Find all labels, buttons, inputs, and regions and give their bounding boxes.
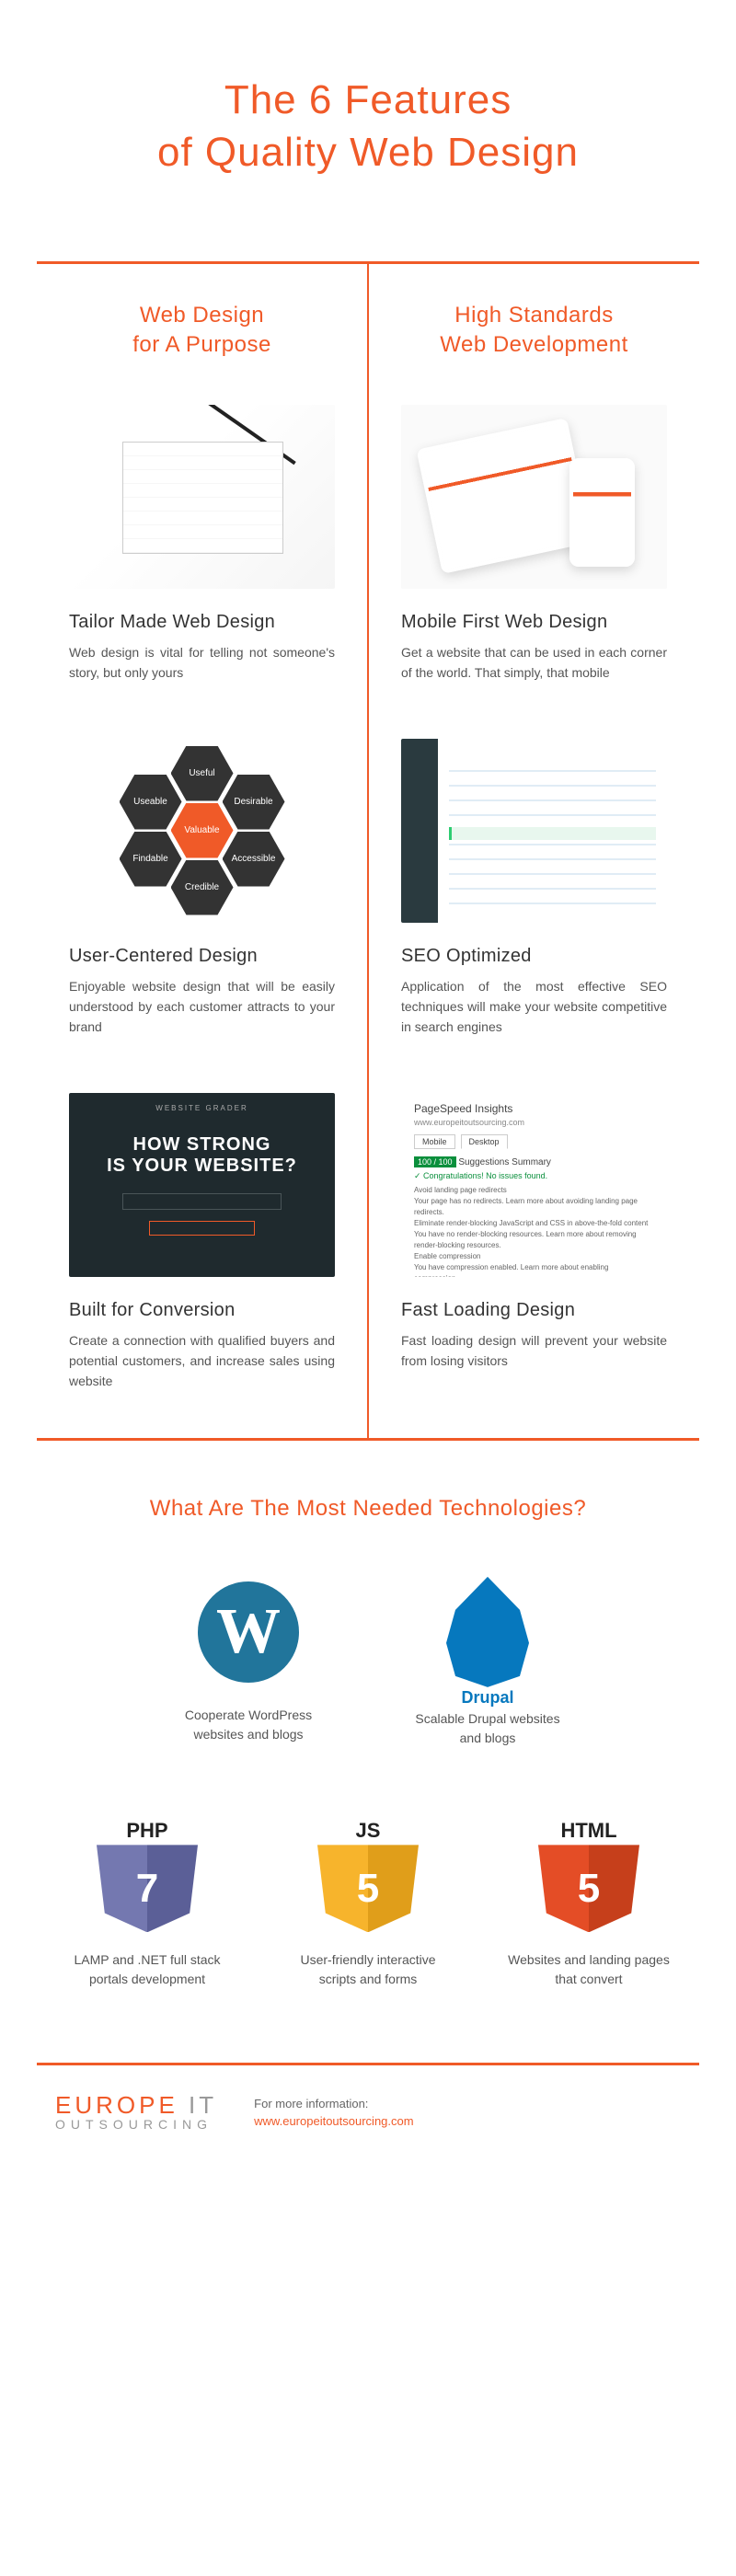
tech-wordpress: W Cooperate WordPress websites and blogs <box>166 1577 331 1748</box>
php-logo-icon: PHP 7 <box>92 1822 202 1932</box>
psi-score-label: Suggestions Summary <box>458 1157 551 1167</box>
tech-row-2: PHP 7 LAMP and .NET full stack portals d… <box>0 1822 736 1989</box>
js-label: JS <box>356 1819 381 1845</box>
hex-desirable: Desirable <box>223 775 285 830</box>
title-line-2: of Quality Web Design <box>157 130 579 175</box>
grader-headline-2: IS YOUR WEBSITE? <box>107 1156 297 1177</box>
image-tablet-phone-mockup <box>401 405 667 589</box>
tech-wordpress-caption: Cooperate WordPress websites and blogs <box>166 1706 331 1744</box>
column-right: High Standards Web Development Mobile Fi… <box>369 264 699 1438</box>
image-website-grader: WEBSITE GRADER HOW STRONG IS YOUR WEBSIT… <box>69 1093 335 1277</box>
col-right-header-line1: High Standards <box>454 303 613 328</box>
feature-conversion: WEBSITE GRADER HOW STRONG IS YOUR WEBSIT… <box>69 1093 335 1392</box>
feature-seo-title: SEO Optimized <box>401 946 667 967</box>
psi-row: Eliminate render-blocking JavaScript and… <box>414 1218 654 1229</box>
title-line-1: The 6 Features <box>224 77 512 122</box>
feature-fastloading-body: Fast loading design will prevent your we… <box>401 1330 667 1372</box>
column-left-header: Web Design for A Purpose <box>69 301 335 358</box>
feature-conversion-body: Create a connection with qualified buyer… <box>69 1330 335 1392</box>
footer-brand-sub: OUTSOURCING <box>55 2117 217 2132</box>
grader-email-input <box>122 1193 282 1210</box>
footer-brand: EUROPE IT OUTSOURCING <box>55 2093 217 2132</box>
hex-findable: Findable <box>120 832 182 887</box>
feature-conversion-title: Built for Conversion <box>69 1300 335 1321</box>
col-right-header-line2: Web Development <box>440 332 628 357</box>
hex-valuable: Valuable <box>171 803 234 858</box>
feature-mobile-first: Mobile First Web Design Get a website th… <box>401 405 667 684</box>
footer-brand-accent: EUROPE <box>55 2091 178 2119</box>
hex-credible: Credible <box>171 860 234 915</box>
tech-drupal-caption: Scalable Drupal websites and blogs <box>405 1709 570 1748</box>
feature-seo-body: Application of the most effective SEO te… <box>401 976 667 1038</box>
psi-tab-desktop: Desktop <box>461 1134 508 1149</box>
wordpress-letter: W <box>198 1581 299 1683</box>
page-title: The 6 Features of Quality Web Design <box>0 0 736 234</box>
psi-title: PageSpeed Insights <box>414 1102 654 1115</box>
feature-mobile-title: Mobile First Web Design <box>401 612 667 633</box>
html-number: 5 <box>538 1845 639 1932</box>
php-label: PHP <box>126 1819 167 1845</box>
psi-row: Avoid landing page redirects <box>414 1185 654 1196</box>
psi-row: Your page has no redirects. Learn more a… <box>414 1196 654 1218</box>
footer-info: For more information: www.europeitoutsou… <box>254 2097 413 2128</box>
feature-tailor-body: Web design is vital for telling not some… <box>69 642 335 684</box>
feature-fast-loading: PageSpeed Insights www.europeitoutsourci… <box>401 1093 667 1372</box>
features-two-column: Web Design for A Purpose Tailor Made Web… <box>37 261 699 1441</box>
psi-url: www.europeitoutsourcing.com <box>414 1118 654 1127</box>
tech-php-caption: LAMP and .NET full stack portals develop… <box>64 1950 230 1989</box>
psi-row: You have no render-blocking resources. L… <box>414 1229 654 1251</box>
hex-useful: Useful <box>171 746 234 801</box>
grader-submit-button <box>149 1221 256 1236</box>
tech-js-caption: User-friendly interactive scripts and fo… <box>285 1950 451 1989</box>
tech-drupal: Drupal Scalable Drupal websites and blog… <box>405 1577 570 1748</box>
drupal-label: Drupal <box>432 1688 543 1708</box>
psi-congrats: Congratulations! No issues found. <box>423 1171 547 1180</box>
technologies-section-title: What Are The Most Needed Technologies? <box>0 1496 736 1522</box>
hex-accessible: Accessible <box>223 832 285 887</box>
column-right-header: High Standards Web Development <box>401 301 667 358</box>
hex-useable: Useable <box>120 775 182 830</box>
image-pagespeed-insights: PageSpeed Insights www.europeitoutsourci… <box>401 1093 667 1277</box>
footer-url-link[interactable]: www.europeitoutsourcing.com <box>254 2114 413 2128</box>
feature-user-centered: Valuable Useful Desirable Accessible Cre… <box>69 739 335 1038</box>
feature-tailor-title: Tailor Made Web Design <box>69 612 335 633</box>
psi-score: 100 / 100 <box>414 1156 456 1167</box>
wordpress-logo-icon: W <box>193 1577 304 1687</box>
js-logo-icon: JS 5 <box>313 1822 423 1932</box>
footer: EUROPE IT OUTSOURCING For more informati… <box>37 2063 699 2168</box>
footer-brand-rest: IT <box>178 2091 217 2119</box>
php-number: 7 <box>97 1845 198 1932</box>
tech-html-caption: Websites and landing pages that convert <box>506 1950 672 1989</box>
image-seo-crawler-table <box>401 739 667 923</box>
psi-row: Enable compression <box>414 1251 654 1262</box>
feature-usercentered-body: Enjoyable website design that will be ea… <box>69 976 335 1038</box>
feature-seo-optimized: SEO Optimized Application of the most ef… <box>401 739 667 1038</box>
drupal-logo-icon: Drupal <box>432 1577 543 1687</box>
col-left-header-line1: Web Design <box>140 303 264 328</box>
tech-html: HTML 5 Websites and landing pages that c… <box>506 1822 672 1989</box>
grader-headline-1: HOW STRONG <box>133 1134 271 1156</box>
psi-row: You have compression enabled. Learn more… <box>414 1262 654 1277</box>
feature-usercentered-title: User-Centered Design <box>69 946 335 967</box>
tech-row-1: W Cooperate WordPress websites and blogs… <box>0 1577 736 1748</box>
feature-tailor-made: Tailor Made Web Design Web design is vit… <box>69 405 335 684</box>
feature-mobile-body: Get a website that can be used in each c… <box>401 642 667 684</box>
html-logo-icon: HTML 5 <box>534 1822 644 1932</box>
grader-brand: WEBSITE GRADER <box>155 1104 247 1112</box>
feature-fastloading-title: Fast Loading Design <box>401 1300 667 1321</box>
psi-tab-mobile: Mobile <box>414 1134 455 1149</box>
html-label: HTML <box>560 1819 616 1845</box>
tech-php: PHP 7 LAMP and .NET full stack portals d… <box>64 1822 230 1989</box>
image-ux-honeycomb: Valuable Useful Desirable Accessible Cre… <box>69 739 335 923</box>
tech-js: JS 5 User-friendly interactive scripts a… <box>285 1822 451 1989</box>
js-number: 5 <box>317 1845 419 1932</box>
footer-info-label: For more information: <box>254 2097 368 2110</box>
column-left: Web Design for A Purpose Tailor Made Web… <box>37 264 369 1438</box>
col-left-header-line2: for A Purpose <box>132 332 271 357</box>
image-sketch-wireframe <box>69 405 335 589</box>
